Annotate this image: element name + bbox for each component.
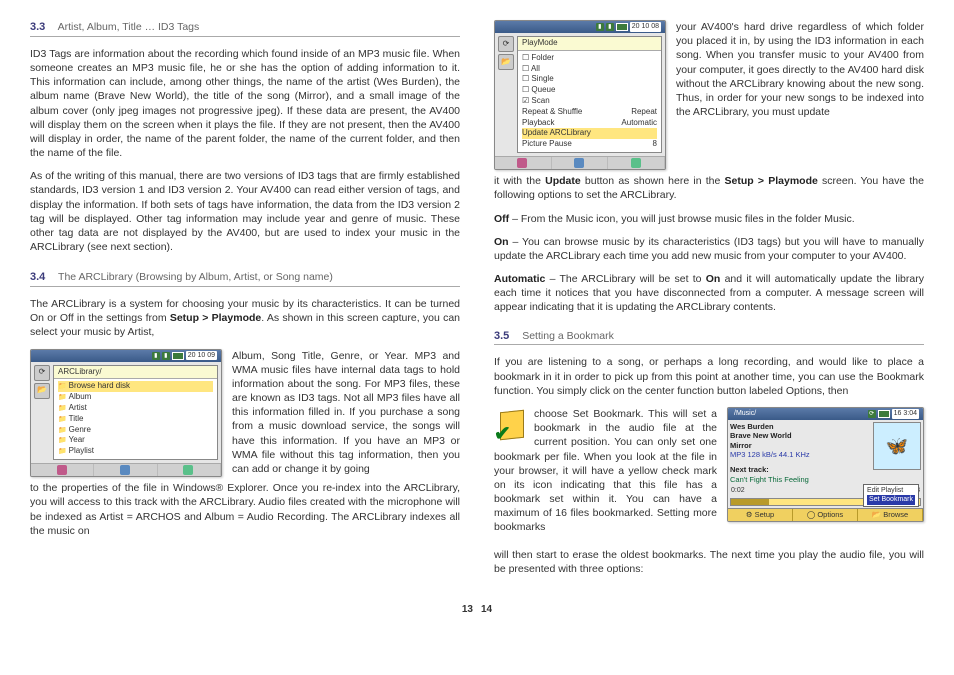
options-popup: Edit Playlist Set Bookmark <box>863 484 919 507</box>
list-item: Title <box>58 414 213 425</box>
list-item: Artist <box>58 403 213 414</box>
album-art: 🦋 <box>873 422 921 470</box>
softkey <box>495 157 552 169</box>
device-statusbar: /Music/ ⟳ 16 3:04 <box>728 408 923 420</box>
list-item: Browse hard disk <box>58 381 213 392</box>
body-text: If you are listening to a song, or perha… <box>494 355 924 398</box>
body-text: Off – From the Music icon, you will just… <box>494 212 924 226</box>
reload-icon: ⟳ <box>34 365 50 381</box>
signal-icon: ▮ <box>596 23 604 31</box>
body-text: Automatic – The ARCLibrary will be set t… <box>494 272 924 315</box>
folder-path: /Music/ <box>734 409 756 418</box>
softkey <box>608 157 665 169</box>
body-text: your AV400's hard drive regardless of wh… <box>676 20 924 119</box>
body-text: On – You can browse music by its charact… <box>494 235 924 263</box>
body-text: it with the Update button as shown here … <box>494 174 924 202</box>
section-3-5-head: 3.5 Setting a Bookmark <box>494 329 924 346</box>
folder-icon: 📂 <box>498 54 514 70</box>
list-item: Playlist <box>58 446 213 457</box>
softkey-options: ◯ Options <box>793 509 858 521</box>
section-title: The ARCLibrary (Browsing by Album, Artis… <box>58 271 333 283</box>
body-text: The ARCLibrary is a system for choosing … <box>30 297 460 340</box>
hdd-icon: ▮ <box>606 23 614 31</box>
arclibrary-screenshot: ▮ ▮ 20 10 09 ⟳ 📂 ARCLibrary/ Browse hard… <box>30 349 222 478</box>
reload-icon: ⟳ <box>498 36 514 52</box>
softkey <box>94 464 157 476</box>
hdd-icon: ▮ <box>162 352 170 360</box>
repeat-icon: ⟳ <box>868 410 876 418</box>
body-text: As of the writing of this manual, there … <box>30 169 460 254</box>
softkey <box>31 464 94 476</box>
section-number: 3.5 <box>494 330 509 342</box>
section-3-3-head: 3.3 Artist, Album, Title … ID3 Tags <box>30 20 460 37</box>
body-text: Album, Song Title, Genre, or Year. MP3 a… <box>232 349 460 477</box>
body-text: ID3 Tags are information about the recor… <box>30 47 460 160</box>
clock: 20 10 09 <box>186 351 217 360</box>
pane-title: ARCLibrary/ <box>54 366 217 380</box>
battery-icon <box>172 352 184 360</box>
device-statusbar: ▮ ▮ 20 10 09 <box>31 350 221 362</box>
section-title: Artist, Album, Title … ID3 Tags <box>58 21 200 33</box>
battery-icon <box>878 410 890 418</box>
section-title: Setting a Bookmark <box>522 330 614 342</box>
folder-icon: 📂 <box>34 383 50 399</box>
body-text: to the properties of the file in Windows… <box>30 481 460 538</box>
device-statusbar: ▮ ▮ 20 10 08 <box>495 21 665 33</box>
signal-icon: ▮ <box>152 352 160 360</box>
bookmark-icon: ✔ <box>494 409 528 443</box>
softkey <box>158 464 221 476</box>
list-item: Album <box>58 392 213 403</box>
section-3-4-head: 3.4 The ARCLibrary (Browsing by Album, A… <box>30 270 460 287</box>
page-numbers: 1314 <box>30 603 924 617</box>
battery-icon <box>616 23 628 31</box>
body-text: will then start to erase the oldest book… <box>494 548 924 576</box>
softkey-setup: ⚙ Setup <box>728 509 793 521</box>
pane-title: PlayMode <box>518 37 661 51</box>
nowplaying-screenshot: /Music/ ⟳ 16 3:04 Wes Burden Brave New W… <box>727 407 924 522</box>
clock: 20 10 08 <box>630 22 661 31</box>
list-item: Year <box>58 435 213 446</box>
playmode-screenshot: ▮ ▮ 20 10 08 ⟳ 📂 PlayMode ☐ Folder ☐ All… <box>494 20 666 170</box>
section-number: 3.4 <box>30 271 45 283</box>
list-item: Genre <box>58 425 213 436</box>
softkey <box>552 157 609 169</box>
clock: 16 3:04 <box>892 409 919 418</box>
section-number: 3.3 <box>30 21 45 33</box>
softkey-browse: 📂 Browse <box>858 509 923 521</box>
